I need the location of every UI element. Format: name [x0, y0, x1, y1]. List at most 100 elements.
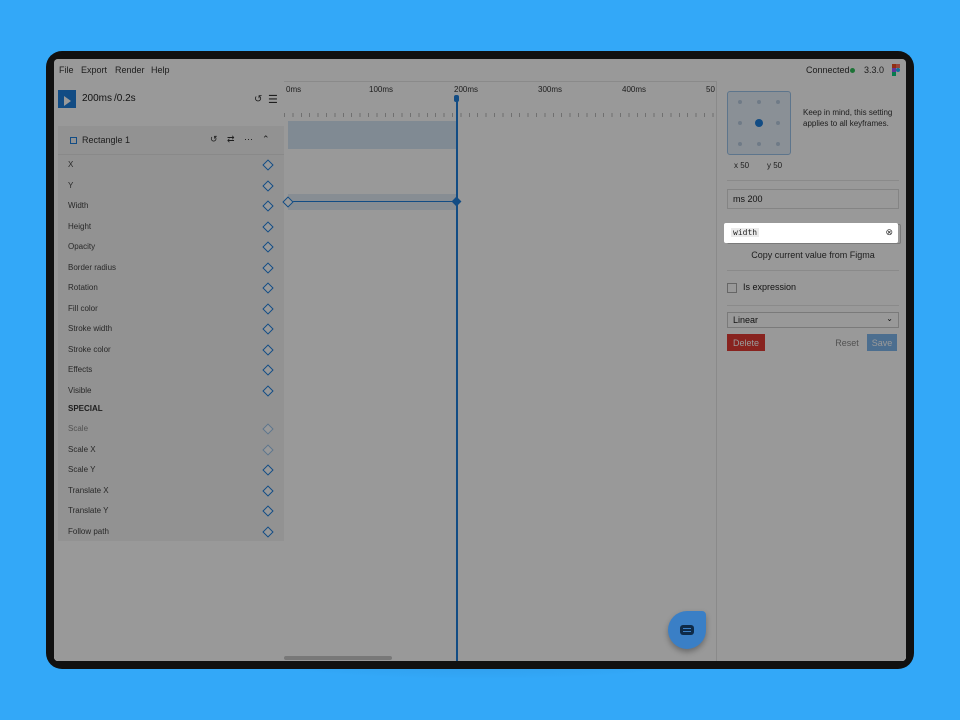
layer-header[interactable]: Rectangle 1 ↺ ⇄ ⋯ ⌃	[58, 126, 284, 155]
property-row-width[interactable]: Width	[58, 196, 284, 216]
swap-icon[interactable]: ⇄	[227, 134, 235, 145]
origin-dot[interactable]	[757, 100, 761, 104]
chat-button[interactable]	[668, 611, 706, 649]
origin-dot[interactable]	[776, 121, 780, 125]
horizontal-scrollbar[interactable]	[284, 656, 392, 660]
property-label: X	[68, 160, 74, 169]
property-label: Scale	[68, 424, 89, 433]
save-button[interactable]: Save	[867, 334, 897, 351]
easing-select[interactable]: Linear ⌄	[727, 312, 899, 328]
clear-icon[interactable]: ⊗	[885, 227, 893, 238]
keyframe-diamond-icon[interactable]	[262, 525, 274, 538]
menu-help[interactable]: Help	[151, 65, 170, 75]
keyframe-diamond-icon[interactable]	[262, 384, 274, 397]
playhead-handle[interactable]	[454, 95, 459, 102]
property-label: Scale X	[68, 444, 96, 454]
keyframe-diamond-icon[interactable]	[262, 261, 274, 274]
menu-file[interactable]: File	[59, 65, 74, 75]
chat-icon	[680, 625, 694, 635]
keyframe-diamond-icon[interactable]	[262, 323, 274, 335]
layer-track-bar[interactable]	[288, 121, 457, 149]
property-row-stroke-color[interactable]: Stroke color	[58, 340, 284, 360]
more-icon[interactable]: ⋯	[244, 134, 253, 145]
menu-export[interactable]: Export	[81, 65, 107, 75]
highlighted-property-code: width	[731, 228, 760, 237]
hamburger-icon[interactable]: ☰	[268, 93, 278, 106]
property-row-y[interactable]: Y	[58, 176, 284, 196]
keyframe-diamond-icon[interactable]	[262, 484, 274, 497]
property-row-rotation[interactable]: Rotation	[58, 278, 284, 298]
highlighted-property-select[interactable]: width ⊗	[724, 223, 898, 243]
property-label: Height	[68, 221, 92, 231]
keyframe-diamond-icon[interactable]	[262, 200, 274, 212]
property-label: Width	[68, 201, 89, 210]
history-icon[interactable]: ↺	[210, 134, 218, 145]
origin-y-value[interactable]: y 50	[767, 161, 782, 170]
keyframe-diamond-icon[interactable]	[262, 464, 274, 476]
origin-dot[interactable]	[738, 142, 742, 146]
menu-render[interactable]: Render	[115, 65, 145, 75]
status-dot-icon	[850, 68, 855, 73]
property-row-x[interactable]: X	[58, 155, 284, 175]
origin-dot[interactable]	[738, 121, 742, 125]
property-row-visible[interactable]: Visible	[58, 381, 284, 401]
property-row-scale-y[interactable]: Scale Y	[58, 460, 284, 480]
keyframe-diamond-icon[interactable]	[262, 302, 274, 315]
time-ruler[interactable]	[284, 109, 716, 117]
property-row-height[interactable]: Height	[58, 217, 284, 237]
keyframe-time-field[interactable]: ms 200	[727, 189, 899, 209]
origin-dot[interactable]	[757, 142, 761, 146]
play-button[interactable]	[58, 90, 76, 108]
keyframe-diamond-icon[interactable]	[262, 505, 274, 517]
property-label: Effects	[68, 365, 93, 374]
origin-x-value[interactable]: x 50	[734, 161, 749, 170]
property-row-scale[interactable]: Scale	[58, 419, 284, 439]
playhead-line[interactable]	[456, 99, 458, 661]
divider	[727, 305, 899, 306]
property-row-effects[interactable]: Effects	[58, 360, 284, 380]
keyframe-diamond-icon[interactable]	[262, 159, 274, 171]
timeline[interactable]: 0ms 100ms 200ms 300ms 400ms 50	[282, 81, 716, 661]
loop-icon[interactable]: ↺	[254, 94, 262, 105]
reset-button[interactable]: Reset	[832, 334, 862, 351]
copy-from-figma-button[interactable]: Copy current value from Figma	[727, 246, 899, 264]
property-row-fill-color[interactable]: Fill color	[58, 299, 284, 319]
property-label: Translate Y	[68, 506, 109, 515]
keyframe-diamond-icon[interactable]	[262, 282, 274, 294]
origin-dot-selected[interactable]	[755, 119, 763, 127]
menubar: File Export Render Help Connected 3.3.0	[54, 59, 906, 82]
property-label: Opacity	[68, 242, 96, 251]
property-row-follow-path[interactable]: Follow path	[58, 522, 284, 542]
property-row-translate-x[interactable]: Translate X	[58, 481, 284, 501]
property-label: Border radius	[68, 262, 117, 272]
property-label: Visible	[68, 385, 92, 395]
keyframe-diamond-icon[interactable]	[262, 241, 274, 253]
divider	[727, 180, 899, 181]
tick-label: 100ms	[369, 85, 394, 94]
keyframe-diamond-icon[interactable]	[262, 179, 274, 192]
property-row-scale-x[interactable]: Scale X	[58, 440, 284, 460]
origin-dot[interactable]	[776, 100, 780, 104]
keyframe-diamond-icon[interactable]	[262, 423, 274, 435]
keyframe-diamond-icon[interactable]	[262, 343, 274, 356]
keyframe-diamond-icon[interactable]	[262, 220, 274, 233]
delete-button[interactable]: Delete	[727, 334, 765, 351]
chevron-up-icon[interactable]: ⌃	[262, 134, 270, 145]
figma-icon	[892, 64, 900, 76]
special-heading: SPECIAL	[68, 404, 103, 413]
origin-dot[interactable]	[738, 100, 742, 104]
width-track-bar[interactable]	[288, 194, 457, 210]
property-label: Rotation	[68, 283, 98, 292]
expression-checkbox[interactable]	[727, 283, 737, 293]
version-label: 3.3.0	[864, 65, 885, 75]
property-label: Follow path	[68, 526, 109, 536]
property-row-translate-y[interactable]: Translate Y	[58, 501, 284, 521]
property-row-stroke-width[interactable]: Stroke width	[58, 319, 284, 339]
property-row-border-radius[interactable]: Border radius	[58, 258, 284, 278]
property-row-opacity[interactable]: Opacity	[58, 237, 284, 257]
keyframe-diamond-icon[interactable]	[262, 364, 274, 376]
keyframe-diamond-icon[interactable]	[262, 443, 274, 456]
tick-label: 200ms	[454, 85, 479, 94]
origin-picker[interactable]	[727, 91, 791, 155]
origin-dot[interactable]	[776, 142, 780, 146]
